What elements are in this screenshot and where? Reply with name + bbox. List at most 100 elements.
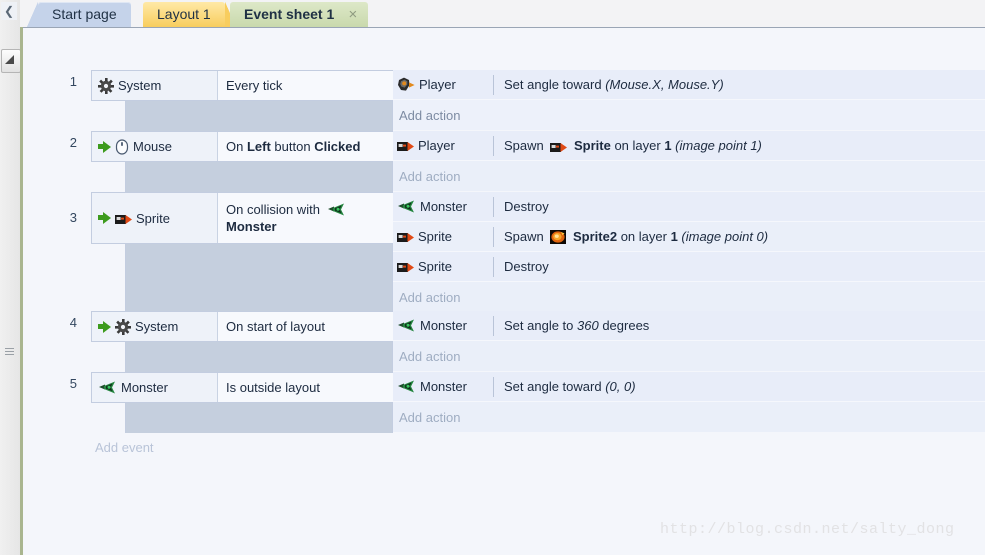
tab-label: Start page <box>52 6 117 22</box>
action-row[interactable]: Player Set angle toward (Mouse.X, Mouse.Y… <box>393 70 985 100</box>
add-action-link[interactable]: Add action <box>393 161 985 191</box>
action-object-name: Monster <box>420 379 467 394</box>
action-object-name: Monster <box>420 318 467 333</box>
action-divider <box>493 196 494 217</box>
action-object-cell[interactable]: Sprite <box>393 252 493 281</box>
action-text: Spawn Sprite2 on layer 1 (image point 0) <box>504 229 768 244</box>
condition-object-name: System <box>135 319 179 334</box>
event-number: 5 <box>69 376 77 391</box>
action-row[interactable]: Monster Set angle to 360 degrees <box>393 311 985 341</box>
text-fragment: on layer <box>617 229 671 244</box>
condition-text-cell[interactable]: On start of layout <box>218 312 393 341</box>
action-divider <box>493 135 494 156</box>
condition-filler <box>125 403 393 433</box>
action-object-cell[interactable]: Monster <box>393 192 493 221</box>
action-object-cell[interactable]: Sprite <box>393 222 493 251</box>
action-text: Destroy <box>504 199 549 214</box>
pointer-icon <box>5 55 14 64</box>
condition-column: System On start of layout <box>91 311 393 372</box>
add-action-link[interactable]: Add action <box>393 282 985 312</box>
action-object-name: Sprite <box>418 259 452 274</box>
add-action-link[interactable]: Add action <box>393 100 985 130</box>
action-object-name: Sprite <box>418 229 452 244</box>
action-divider <box>493 315 494 336</box>
condition-row[interactable]: System On start of layout <box>91 311 393 342</box>
condition-object-cell[interactable]: System <box>92 312 218 341</box>
add-action-link[interactable]: Add action <box>393 402 985 432</box>
action-row[interactable]: Monster Destroy <box>393 192 985 222</box>
condition-row[interactable]: Mouse On Left button Clicked <box>91 131 393 162</box>
action-text: Spawn Sprite on layer 1 (image point 1) <box>504 138 762 153</box>
action-object-cell[interactable]: Player <box>393 131 493 160</box>
condition-text: On start of layout <box>226 319 325 334</box>
condition-row[interactable]: Monster Is outside layout <box>91 372 393 403</box>
action-row[interactable]: Sprite Destroy <box>393 252 985 282</box>
condition-object-cell[interactable]: Sprite <box>92 193 218 243</box>
event-number: 2 <box>69 135 77 150</box>
action-divider <box>493 256 494 277</box>
monster-icon <box>98 380 117 395</box>
sprite-icon <box>550 141 568 152</box>
text-fragment: (image point 0) <box>677 229 769 244</box>
action-text: Set angle toward (0, 0) <box>504 379 636 394</box>
condition-object-name: Mouse <box>133 139 173 154</box>
condition-row[interactable]: Sprite On collision with Monster <box>91 192 393 244</box>
condition-object-name: Sprite <box>136 210 170 226</box>
action-column: Player Set angle toward (Mouse.X, Mouse.Y… <box>393 70 985 130</box>
tab-layout-1[interactable]: Layout 1 <box>143 2 236 27</box>
tab-start-page[interactable]: Start page <box>27 2 131 27</box>
action-divider <box>493 74 494 95</box>
condition-text: On collision with Monster <box>226 201 349 235</box>
text-fragment: (image point 1) <box>671 138 762 153</box>
condition-column: Mouse On Left button Clicked <box>91 131 393 192</box>
text-fragment: 360 <box>577 318 599 333</box>
text-fragment: Monster <box>226 219 277 234</box>
chevron-left-icon[interactable]: ❮ <box>1 2 17 20</box>
condition-text-cell[interactable]: On collision with Monster <box>218 193 393 243</box>
condition-object-cell[interactable]: Monster <box>92 373 218 402</box>
trigger-arrow-icon <box>98 212 111 224</box>
add-event-link[interactable]: Add event <box>95 440 154 455</box>
condition-text-cell[interactable]: On Left button Clicked <box>218 132 393 161</box>
condition-object-cell[interactable]: Mouse <box>92 132 218 161</box>
condition-text-cell[interactable]: Is outside layout <box>218 373 393 402</box>
sprite-icon <box>397 261 414 272</box>
action-row[interactable]: Player Spawn Sprite on layer 1 (image poi… <box>393 131 985 161</box>
condition-column: Monster Is outside layout <box>91 372 393 433</box>
text-fragment: Set angle toward <box>504 77 606 92</box>
action-text: Set angle toward (Mouse.X, Mouse.Y) <box>504 77 724 92</box>
text-fragment: Sprite2 <box>573 229 618 244</box>
add-action-link[interactable]: Add action <box>393 341 985 371</box>
text-fragment: (Mouse.X, Mouse.Y) <box>605 77 724 92</box>
action-row[interactable]: Sprite Spawn Sprite2 on layer 1 (image po… <box>393 222 985 252</box>
action-object-cell[interactable]: Player <box>393 70 493 99</box>
action-object-cell[interactable]: Monster <box>393 372 493 401</box>
mouse-icon <box>115 138 129 155</box>
condition-object-name: Monster <box>121 380 168 395</box>
condition-column: System Every tick <box>91 70 393 131</box>
sprite2-icon <box>550 230 567 244</box>
player-sprite-icon <box>397 77 415 93</box>
action-column: Player Spawn Sprite on layer 1 (image poi… <box>393 131 985 191</box>
tab-event-sheet-1[interactable]: Event sheet 1 × <box>230 2 369 27</box>
trigger-arrow-icon <box>98 320 111 333</box>
condition-object-name: System <box>118 78 162 93</box>
action-object-cell[interactable]: Monster <box>393 311 493 340</box>
sprite-icon <box>397 231 414 242</box>
text-fragment: Spawn <box>504 229 548 244</box>
condition-text-cell[interactable]: Every tick <box>218 71 393 100</box>
close-icon[interactable]: × <box>349 2 358 27</box>
pointer-icon-button[interactable] <box>1 49 21 73</box>
action-column: Monster Set angle toward (0, 0) Add action <box>393 372 985 432</box>
action-text: Set angle to 360 degrees <box>504 318 649 333</box>
action-divider <box>493 376 494 397</box>
grip-handle-icon[interactable] <box>5 348 14 360</box>
action-object-name: Player <box>419 77 456 92</box>
condition-object-cell[interactable]: System <box>92 71 218 100</box>
condition-text: On Left button Clicked <box>226 139 361 154</box>
action-row[interactable]: Monster Set angle toward (0, 0) <box>393 372 985 402</box>
event-sheet-canvas[interactable]: 1 System Every tick Player Set angle toward … <box>23 27 985 555</box>
sprite-icon <box>397 140 414 151</box>
condition-row[interactable]: System Every tick <box>91 70 393 101</box>
text-fragment: degrees <box>598 318 650 333</box>
